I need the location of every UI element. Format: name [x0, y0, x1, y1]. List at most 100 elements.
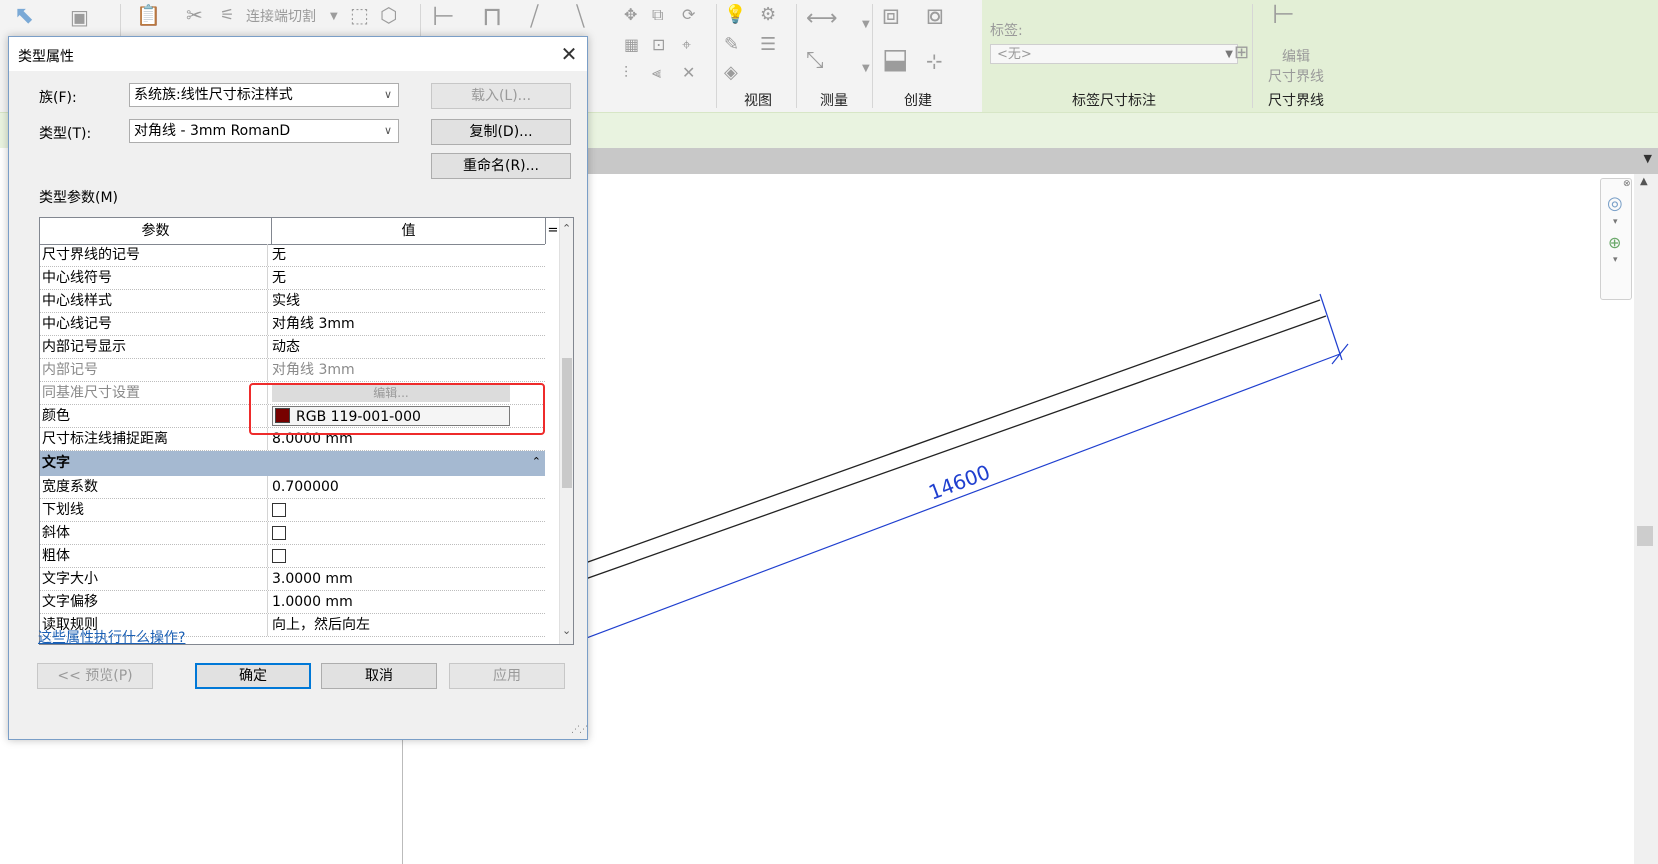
column-header-parameter[interactable]: 参数: [40, 218, 272, 244]
pin-icon[interactable]: ⌖: [682, 34, 691, 56]
paint-brush-icon[interactable]: ✎: [724, 34, 739, 56]
measure-element-icon[interactable]: ⤡: [806, 50, 824, 72]
create-group-icon[interactable]: ⧈: [882, 1, 900, 29]
table-row[interactable]: 中心线记号 对角线 3mm: [40, 313, 545, 336]
tag-combo[interactable]: <无> ▼: [990, 44, 1238, 64]
table-row[interactable]: 文字偏移 1.0000 mm: [40, 591, 545, 614]
chevron-down-icon[interactable]: ▼: [330, 6, 338, 28]
scrollbar-thumb[interactable]: [562, 358, 572, 488]
param-value[interactable]: 向上，然后向左: [272, 614, 543, 636]
table-row[interactable]: 斜体: [40, 522, 545, 545]
chevron-down-icon[interactable]: ⌄: [562, 624, 571, 637]
table-row[interactable]: 尺寸界线的记号无: [40, 244, 545, 267]
create-part-icon[interactable]: ⬓: [882, 45, 908, 73]
table-row[interactable]: 内部记号显示 动态: [40, 336, 545, 359]
mirror-draw-icon[interactable]: ⧹: [576, 4, 585, 30]
bold-checkbox[interactable]: [272, 549, 286, 563]
zoom-icon[interactable]: ⊕: [1608, 233, 1621, 252]
lightbulb-icon[interactable]: 💡: [724, 4, 746, 26]
witness-lines-label[interactable]: 尺寸界线: [1268, 66, 1324, 86]
tag-combo-value: <无>: [997, 47, 1032, 62]
connect-cut-label[interactable]: 连接端切割: [246, 6, 316, 26]
chevron-down-icon[interactable]: ▼: [862, 58, 870, 80]
chevron-down-icon[interactable]: ▾: [1613, 217, 1618, 227]
chevron-down-icon[interactable]: ▼: [862, 14, 870, 36]
create-assembly-icon[interactable]: ⊹: [926, 50, 943, 72]
param-name: 中心线样式: [42, 290, 268, 312]
preview-button[interactable]: << 预览(P): [37, 663, 153, 689]
param-value[interactable]: 3.0000 mm: [272, 568, 543, 590]
array-icon[interactable]: ▦: [624, 34, 639, 56]
family-combo[interactable]: 系统族:线性尺寸标注样式 ∨: [129, 83, 399, 107]
paste-icon[interactable]: 📋: [136, 4, 161, 26]
steering-wheel-icon[interactable]: ◎: [1607, 193, 1623, 214]
table-row[interactable]: 粗体: [40, 545, 545, 568]
split-icon[interactable]: ⫶: [624, 62, 628, 84]
chevron-up-icon[interactable]: ⌃: [562, 222, 571, 235]
chevron-down-icon[interactable]: ▾: [1613, 255, 1618, 265]
scale-icon[interactable]: ⊡: [652, 34, 665, 56]
cut-icon[interactable]: ✂: [186, 4, 203, 26]
close-icon[interactable]: ⊗: [1623, 179, 1631, 189]
param-value[interactable]: 实线: [272, 290, 543, 312]
edit-witness-lines-icon[interactable]: ⊢: [1272, 2, 1295, 28]
underline-checkbox[interactable]: [272, 503, 286, 517]
table-row[interactable]: 文字大小 3.0000 mm: [40, 568, 545, 591]
grid-vertical-scrollbar[interactable]: ⌃ ⌄: [559, 218, 573, 644]
grid-header: 参数 值: [40, 218, 545, 245]
type-combo[interactable]: 对角线 - 3mm RomanD ∨: [129, 119, 399, 143]
modify-icon[interactable]: ▣: [70, 6, 89, 28]
rotate-icon[interactable]: ⟳: [682, 4, 695, 26]
load-button[interactable]: 载入(L)...: [431, 83, 571, 109]
delete-icon[interactable]: ✕: [682, 62, 695, 84]
param-value[interactable]: 对角线 3mm: [272, 313, 543, 335]
italic-checkbox[interactable]: [272, 526, 286, 540]
param-value[interactable]: 无: [272, 244, 543, 266]
cancel-button[interactable]: 取消: [321, 663, 437, 689]
column-header-value[interactable]: 值: [272, 218, 545, 244]
param-value[interactable]: 无: [272, 267, 543, 289]
close-icon[interactable]: ✕: [555, 41, 583, 67]
geometry-icon[interactable]: ⬚: [350, 4, 369, 26]
param-value[interactable]: 动态: [272, 336, 543, 358]
canvas-vertical-scrollbar[interactable]: ▲: [1634, 174, 1658, 864]
param-value[interactable]: 1.0000 mm: [272, 591, 543, 613]
table-row[interactable]: 中心线符号无: [40, 267, 545, 290]
drawing-canvas[interactable]: 14600: [560, 174, 1634, 864]
tag-properties-icon[interactable]: ⊞: [1234, 42, 1249, 64]
rename-button[interactable]: 重命名(R)...: [431, 153, 571, 179]
select-cursor-icon[interactable]: ⬉: [14, 3, 34, 27]
table-row[interactable]: 下划线: [40, 499, 545, 522]
filter-icon[interactable]: ☰: [760, 34, 776, 56]
dialog-title: 类型属性: [18, 49, 74, 65]
duplicate-button[interactable]: 复制(D)...: [431, 119, 571, 145]
chevron-down-icon[interactable]: ▼: [1644, 152, 1652, 165]
cube-icon[interactable]: ⬡: [380, 4, 397, 26]
table-row[interactable]: 中心线样式 实线: [40, 290, 545, 313]
ok-button[interactable]: 确定: [195, 663, 311, 689]
move-icon[interactable]: ✥: [624, 4, 637, 26]
group-header-text[interactable]: 文字 ⌃: [40, 451, 545, 476]
measure-distance-icon[interactable]: ⟷: [806, 8, 838, 30]
join-cut-icon[interactable]: ⚟: [220, 4, 234, 26]
align-icon[interactable]: ⊢: [432, 4, 455, 30]
chevron-up-icon[interactable]: ⌃: [532, 455, 541, 468]
mirror-axis-icon[interactable]: ⧸: [530, 4, 539, 30]
help-link[interactable]: 这些属性执行什么操作?: [38, 627, 185, 647]
create-similar-icon[interactable]: ⧇: [926, 1, 944, 29]
edit-label[interactable]: 编辑: [1282, 46, 1310, 66]
camera-icon[interactable]: ⚙: [760, 4, 776, 26]
table-row[interactable]: 宽度系数 0.700000: [40, 476, 545, 499]
panel-label-view: 视图: [744, 93, 772, 109]
copy-icon[interactable]: ⧉: [652, 4, 663, 26]
trim-icon[interactable]: ⫷: [652, 62, 661, 84]
param-value[interactable]: 0.700000: [272, 476, 543, 498]
dialog-titlebar[interactable]: 类型属性 ✕: [9, 37, 587, 71]
offset-icon[interactable]: ⊓: [482, 4, 502, 30]
resize-grip-icon[interactable]: ⋰⋰: [571, 725, 588, 735]
apply-button[interactable]: 应用: [449, 663, 565, 689]
chevron-up-icon[interactable]: ▲: [1640, 176, 1648, 187]
scrollbar-thumb[interactable]: [1637, 526, 1653, 546]
column-header-formula[interactable]: =: [545, 218, 560, 244]
eraser-icon[interactable]: ◈: [724, 62, 738, 84]
